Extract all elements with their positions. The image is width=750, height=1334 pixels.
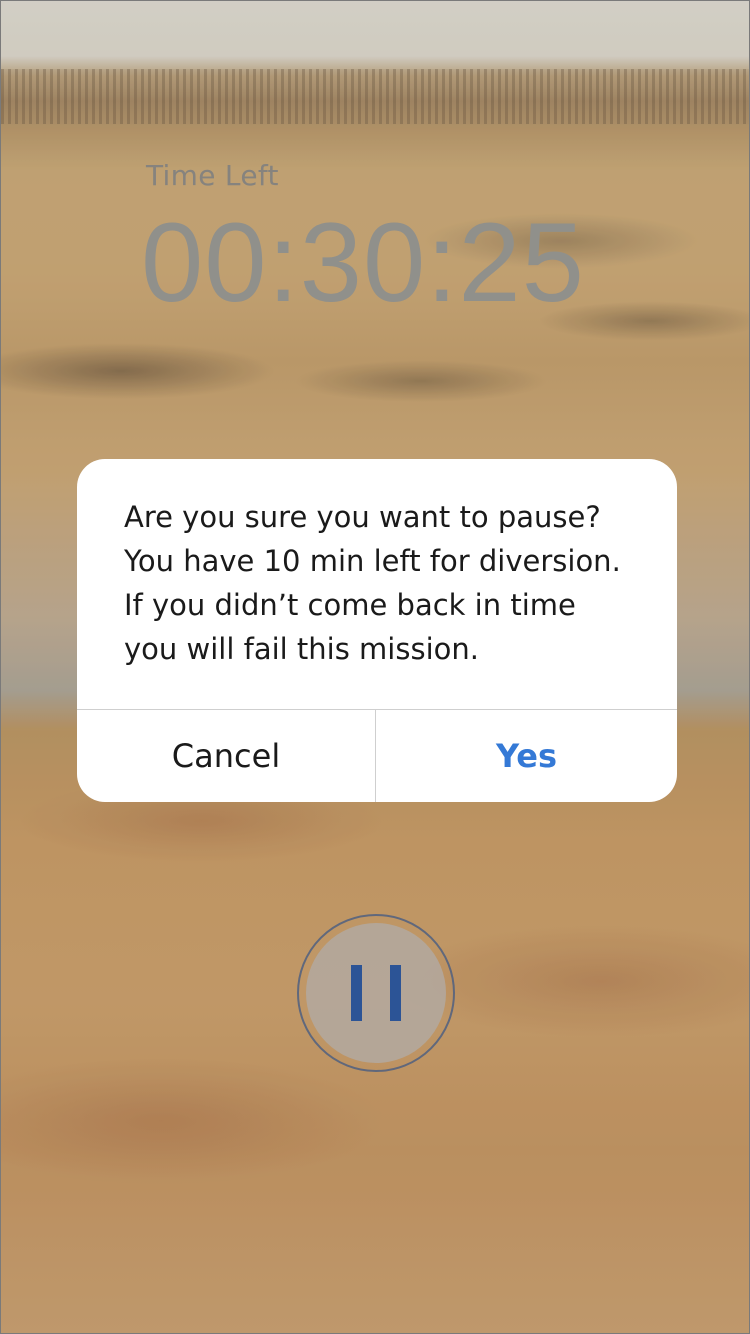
pause-confirmation-dialog: Are you sure you want to pause? You have… <box>77 459 677 802</box>
cancel-button[interactable]: Cancel <box>77 710 375 802</box>
app-screen: Time Left 00:30:25 Are you sure you want… <box>0 0 750 1334</box>
dialog-message: Are you sure you want to pause? You have… <box>124 500 621 666</box>
yes-button[interactable]: Yes <box>376 710 677 802</box>
